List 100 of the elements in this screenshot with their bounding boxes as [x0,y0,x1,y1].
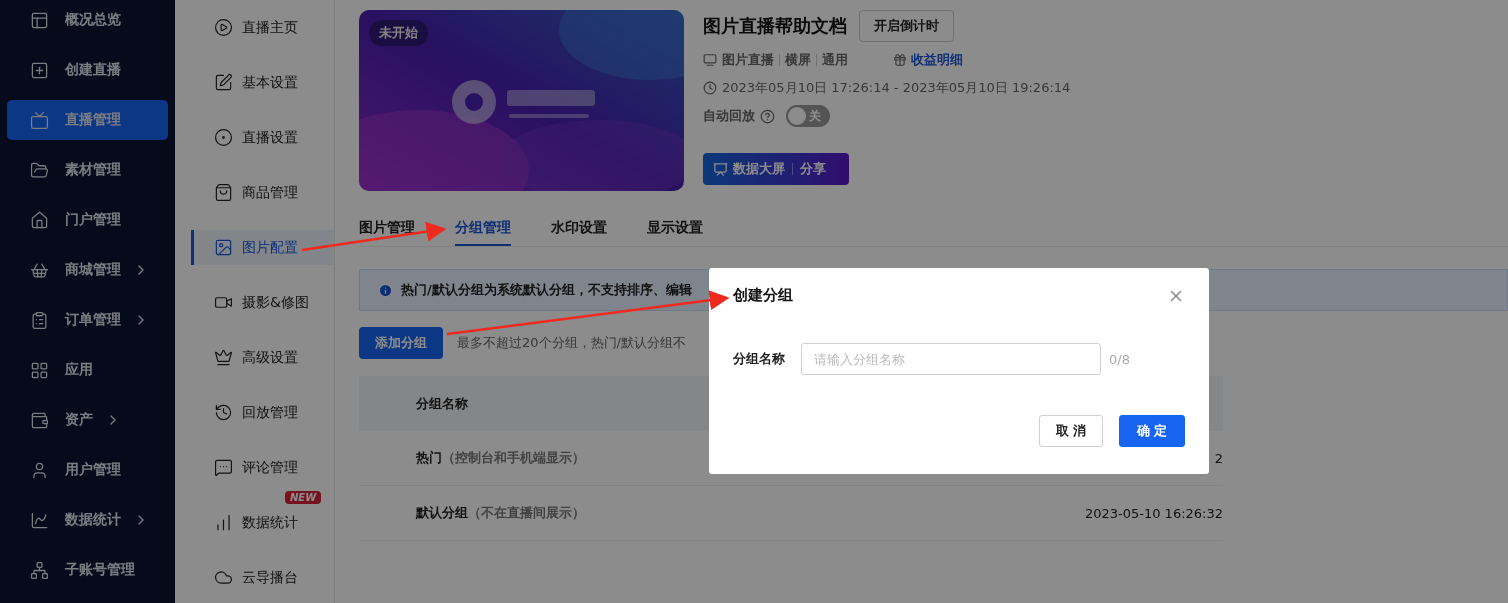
live-title: 图片直播帮助文档 [703,14,847,38]
add-group-button[interactable]: 添加分组 [359,327,443,359]
revenue-link[interactable]: 收益明细 [893,51,963,69]
screen-icon [713,161,728,177]
chart-icon [30,510,49,530]
cloud-icon [214,568,233,587]
tv-icon [703,53,717,67]
time-range: 2023年05月10日 17:26:14 - 2023年05月10日 19:26:14 [722,79,1071,97]
submenu-label: 回放管理 [242,403,298,422]
layout-icon [30,10,49,30]
sidebar-label: 订单管理 [65,311,121,329]
plus-square-icon [30,60,49,80]
folder-icon [30,160,49,180]
confirm-button[interactable]: 确 定 [1119,415,1185,447]
sidebar-label: 门户管理 [65,211,121,229]
tab[interactable]: 分组管理 [455,215,511,246]
sidebar-item[interactable]: 订单管理 [7,300,168,340]
sidebar-label: 应用 [65,361,93,379]
submenu-label: 直播主页 [242,18,298,37]
countdown-button[interactable]: 开启倒计时 [859,10,954,42]
group-name-input[interactable]: 请输入分组名称 [801,343,1101,375]
submenu-item[interactable]: 直播主页 [191,10,334,45]
sidebar-item[interactable]: 子账号管理 [7,550,168,590]
submenu-label: 商品管理 [242,183,298,202]
submenu-item[interactable]: 基本设置 [191,65,334,100]
tag-text: 图片直播 [722,51,774,69]
char-counter: 0/8 [1109,351,1130,367]
submenu-item[interactable]: 回放管理 [191,395,334,430]
submenu-item[interactable]: 商品管理 [191,175,334,210]
submenu-item[interactable]: 高级设置 [191,340,334,375]
chat-icon [214,458,233,477]
sidebar-label: 概况总览 [65,11,121,29]
sidebar-label: 子账号管理 [65,561,135,579]
submenu-item[interactable]: 摄影&修图 [191,285,334,320]
submenu-label: 摄影&修图 [242,293,309,312]
house-icon [30,210,49,230]
sidebar-item[interactable]: 概况总览 [7,0,168,40]
sidebar-item[interactable]: 用户管理 [7,450,168,490]
tab[interactable]: 图片管理 [359,215,415,246]
data-screen-button[interactable]: 数据大屏 [713,160,785,178]
submenu-item[interactable]: 直播设置 [191,120,334,155]
tab[interactable]: 水印设置 [551,215,607,246]
share-button[interactable]: 分享 [800,160,826,178]
wallet-icon [30,410,49,430]
image-icon [214,238,233,257]
bag-icon [214,183,233,202]
submenu-label: 基本设置 [242,73,298,92]
submenu-item[interactable]: 数据统计 [191,505,334,540]
column-header: 分组名称 [416,394,468,413]
play-icon [214,18,233,37]
auto-replay-label: 自动回放 [703,107,755,125]
sidebar-label: 商城管理 [65,261,121,279]
gift-icon [893,53,907,67]
submenu-label: 高级设置 [242,348,298,367]
submenu-label: 图片配置 [242,238,298,257]
tag-text: 横屏 [785,51,811,69]
submenu-item[interactable]: 评论管理 [191,450,334,485]
submenu-label: 直播设置 [242,128,298,147]
info-icon [378,282,393,298]
sidebar-item[interactable]: 门户管理 [7,200,168,240]
grid-icon [30,360,49,380]
submenu-label: 数据统计 [242,513,298,532]
chart-icon [214,513,233,532]
sidebar-item[interactable]: 商城管理 [7,250,168,290]
replay-icon [214,403,233,422]
network-icon [30,560,49,580]
help-icon [760,108,775,124]
clipboard-icon [30,310,49,330]
hint-text: 最多不超过20个分组，热门/默认分组不 [457,334,686,352]
time-cell: 2 [1214,450,1223,466]
notice-text: 热门/默认分组为系统默认分组，不支持排序、编辑 [401,281,692,299]
user-icon [30,460,49,480]
tab[interactable]: 显示设置 [647,215,703,246]
sidebar-item[interactable]: 直播管理 [7,100,168,140]
dialog-title: 创建分组 [733,286,793,305]
cancel-button[interactable]: 取 消 [1039,415,1103,447]
sidebar-item[interactable]: 素材管理 [7,150,168,190]
sidebar-label: 直播管理 [65,111,121,129]
sidebar-label: 创建直播 [65,61,121,79]
new-badge: NEW [285,491,322,504]
submenu-label: 云导播台 [242,568,298,587]
tag-text: 通用 [822,51,848,69]
edit-icon [214,73,233,92]
submenu-item[interactable]: 云导播台 [191,560,334,595]
sidebar-label: 资产 [65,411,93,429]
group-name-cell: 热门（控制台和手机端显示） [416,449,585,467]
time-cell: 2023-05-10 16:26:32 [1084,505,1223,521]
sidebar-label: 数据统计 [65,511,121,529]
sidebar-item[interactable]: 资产 [7,400,168,440]
sidebar-item[interactable]: 创建直播 [7,50,168,90]
field-label: 分组名称 [733,350,785,368]
sidebar-label: 素材管理 [65,161,121,179]
sidebar-item[interactable]: 应用 [7,350,168,390]
crown-icon [214,348,233,367]
clock-icon [703,81,717,95]
group-name-cell: 默认分组（不在直播间展示） [416,504,585,522]
submenu-item[interactable]: 图片配置 [191,230,334,265]
circle-icon [214,128,233,147]
tv-icon [30,110,49,130]
sidebar-item[interactable]: 数据统计 [7,500,168,540]
